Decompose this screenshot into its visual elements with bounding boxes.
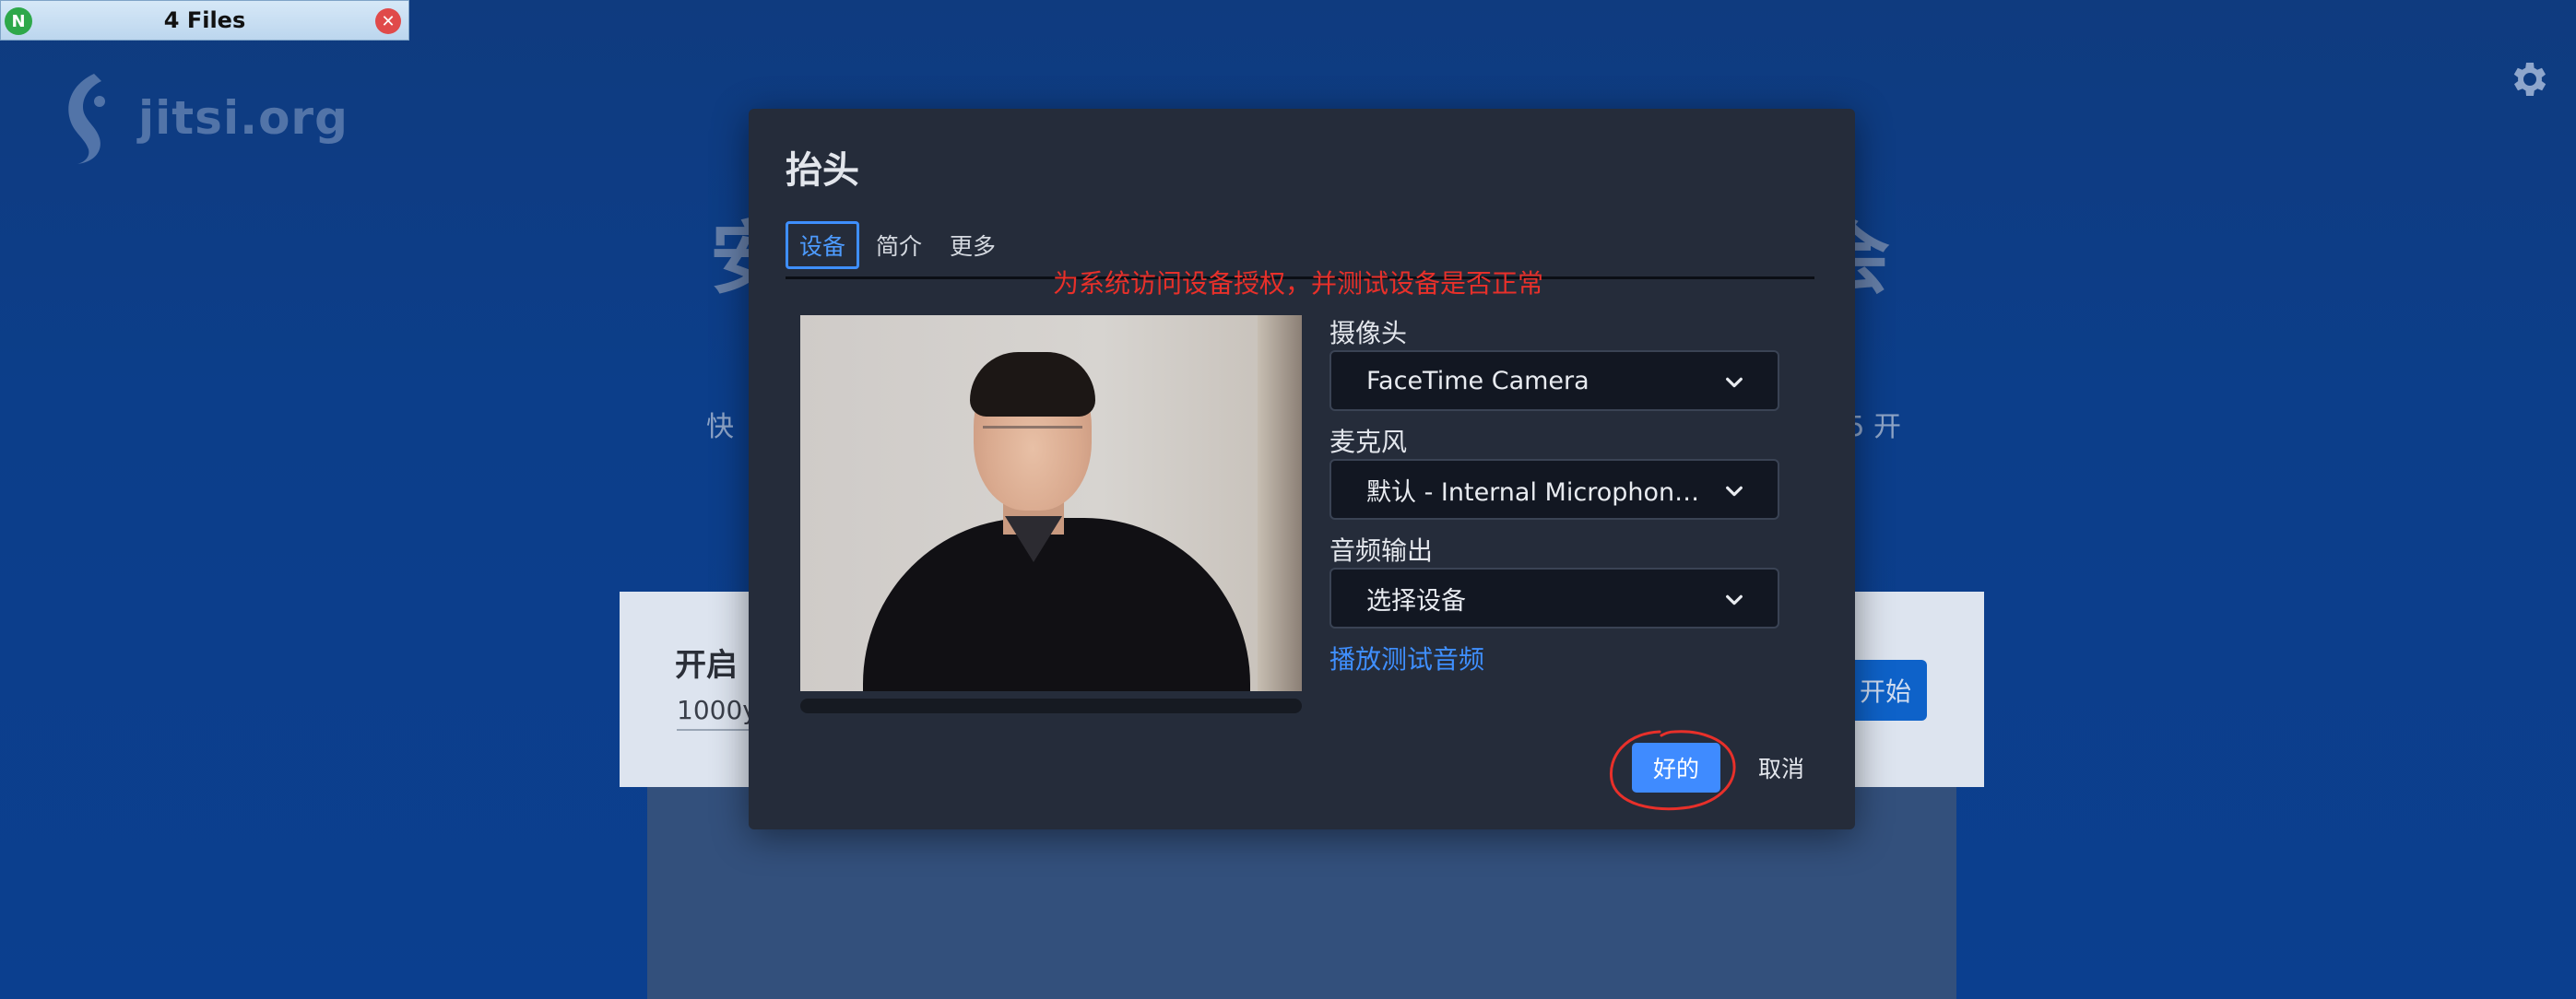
audio-output-select[interactable]: 选择设备 bbox=[1329, 568, 1779, 629]
ok-button[interactable]: 好的 bbox=[1632, 743, 1720, 793]
app-logo-icon: N bbox=[5, 7, 32, 35]
jitsi-logo-icon bbox=[68, 74, 105, 164]
files-title: 4 Files bbox=[163, 7, 246, 33]
chevron-down-icon bbox=[1726, 594, 1743, 605]
microphone-label: 麦克风 bbox=[1329, 427, 1408, 457]
preview-wall-edge bbox=[1258, 315, 1302, 691]
chevron-down-icon bbox=[1726, 486, 1743, 497]
gear-icon[interactable] bbox=[2506, 57, 2550, 101]
camera-label: 摄像头 bbox=[1329, 318, 1408, 348]
camera-select[interactable]: FaceTime Camera bbox=[1329, 350, 1779, 411]
microphone-select-value: 默认 - Internal Microphone (Built-in) bbox=[1366, 477, 1707, 507]
preview-person-body bbox=[863, 518, 1250, 691]
tab-profile[interactable]: 简介 bbox=[867, 221, 931, 269]
files-titlebar[interactable]: N 4 Files ✕ bbox=[0, 0, 409, 41]
background-room-input[interactable]: 1000y bbox=[677, 695, 760, 731]
annotation-text: 为系统访问设备授权，并测试设备是否正常 bbox=[1053, 268, 1544, 299]
microphone-select[interactable]: 默认 - Internal Microphone (Built-in) bbox=[1329, 459, 1779, 520]
tab-more[interactable]: 更多 bbox=[940, 221, 1005, 269]
chevron-down-icon bbox=[1726, 377, 1743, 388]
close-icon[interactable]: ✕ bbox=[375, 8, 401, 34]
cancel-button[interactable]: 取消 bbox=[1744, 743, 1818, 793]
tab-devices[interactable]: 设备 bbox=[786, 221, 859, 269]
preview-person-hair bbox=[970, 352, 1095, 417]
camera-preview bbox=[800, 315, 1302, 691]
audio-level-meter bbox=[800, 699, 1302, 713]
preview-person-glasses bbox=[983, 426, 1082, 447]
jitsi-logo[interactable]: jitsi.org bbox=[57, 70, 349, 166]
play-test-sound-link[interactable]: 播放测试音频 bbox=[1329, 640, 1484, 676]
background-start-button[interactable]: 开始 bbox=[1844, 660, 1927, 721]
logo-text: jitsi.org bbox=[138, 91, 349, 145]
audio-output-label: 音频输出 bbox=[1329, 535, 1434, 566]
audio-output-select-value: 选择设备 bbox=[1366, 586, 1466, 616]
dialog-title: 抬头 bbox=[786, 149, 859, 192]
background-card-title: 开启 bbox=[675, 647, 738, 684]
settings-dialog: 抬头 设备 简介 更多 为系统访问设备授权，并测试设备是否正常 摄像头 Face… bbox=[749, 109, 1855, 829]
camera-select-value: FaceTime Camera bbox=[1366, 366, 1589, 395]
background-subtitle-left: 快 bbox=[706, 411, 734, 443]
background-subtitle-right: 5 开 bbox=[1847, 411, 1901, 443]
